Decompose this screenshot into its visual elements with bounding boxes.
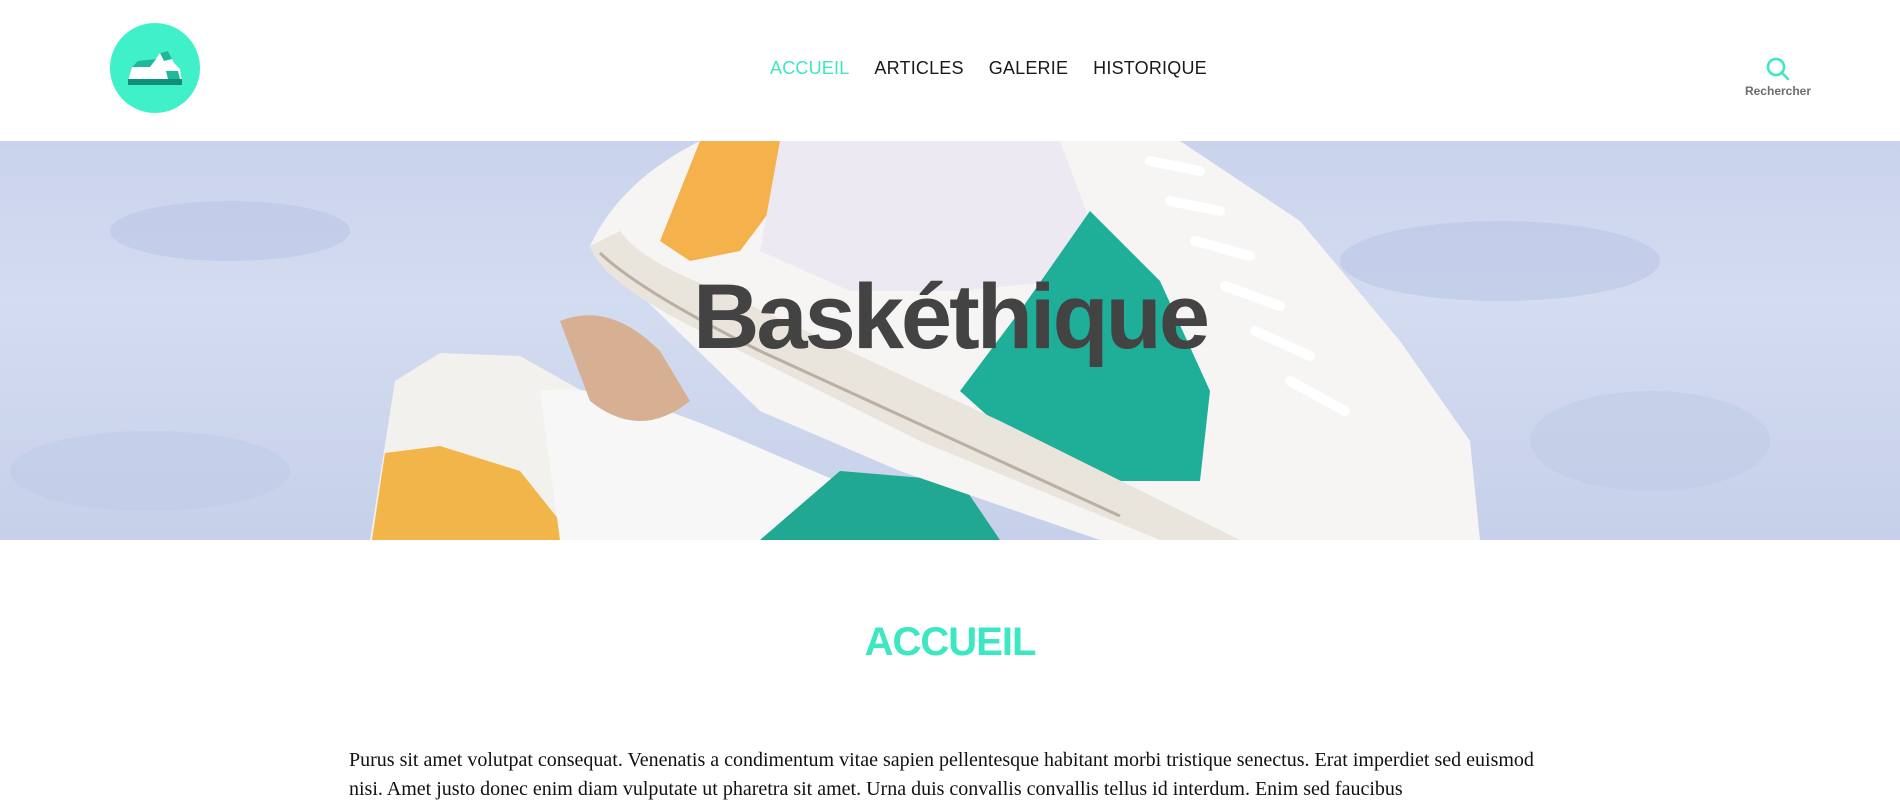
search-button[interactable]: Rechercher: [1740, 56, 1816, 102]
hero-banner: Baskéthique: [0, 141, 1900, 540]
nav-item-historique[interactable]: HISTORIQUE: [1093, 58, 1207, 79]
site-header: ACCUEIL ARTICLES GALERIE HISTORIQUE Rech…: [0, 0, 1900, 141]
site-logo[interactable]: [110, 23, 200, 113]
main-nav: ACCUEIL ARTICLES GALERIE HISTORIQUE: [770, 56, 1207, 80]
search-label: Rechercher: [1744, 84, 1812, 98]
nav-item-accueil[interactable]: ACCUEIL: [770, 58, 849, 79]
nav-item-galerie[interactable]: GALERIE: [989, 58, 1068, 79]
sneaker-icon: [128, 51, 182, 85]
search-icon: [1766, 57, 1790, 81]
site-title: Baskéthique: [692, 266, 1210, 368]
nav-item-articles[interactable]: ARTICLES: [874, 58, 963, 79]
intro-paragraph: Purus sit amet volutpat consequat. Venen…: [349, 749, 1534, 800]
page-title: ACCUEIL: [864, 620, 1037, 664]
